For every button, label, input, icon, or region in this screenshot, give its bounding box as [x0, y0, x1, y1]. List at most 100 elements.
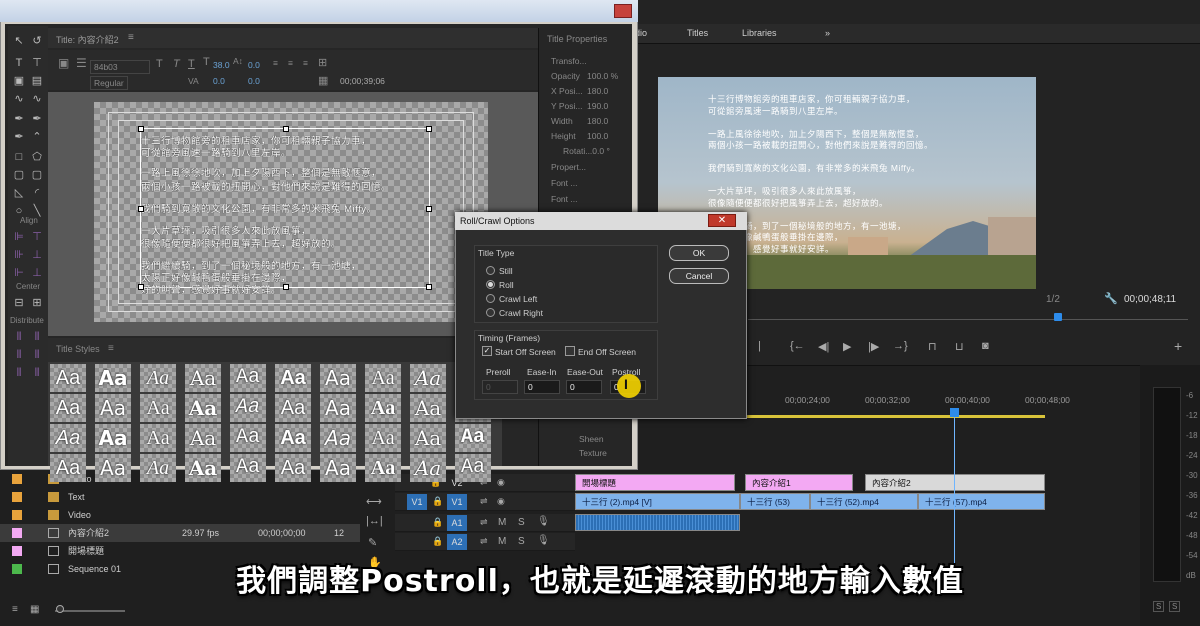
menu-icon[interactable]: ≡ — [128, 32, 134, 43]
easeout-input[interactable]: 0 — [566, 380, 602, 394]
title-style-swatch[interactable]: Aa — [320, 394, 356, 422]
property-item[interactable]: Y Posi... — [551, 101, 583, 111]
lock-icon[interactable]: 🔒 — [432, 496, 443, 507]
rounded-corner-icon[interactable]: ▢ — [30, 168, 44, 182]
extract-icon[interactable]: ⊔ — [955, 340, 964, 353]
slip-tool-icon[interactable]: ⟷ — [366, 495, 382, 508]
play-icon[interactable]: ▶ — [843, 340, 851, 353]
distribute-icon[interactable]: ⫴ — [30, 348, 44, 362]
zoom-select[interactable]: 1/2 — [1046, 294, 1060, 305]
align-center-v-icon[interactable]: ⊥ — [30, 248, 44, 262]
resize-handle[interactable] — [283, 284, 289, 290]
align-bottom-icon[interactable]: ⊥ — [30, 266, 44, 280]
tab-libraries[interactable]: Libraries — [742, 28, 777, 38]
radio-crawl-left[interactable] — [486, 294, 495, 303]
project-item[interactable]: 內容介紹2 29.97 fps 00;00;00;00 12 — [0, 524, 360, 542]
lock-icon[interactable]: 🔒 — [432, 517, 443, 528]
solo-button[interactable]: S — [518, 536, 525, 547]
title-style-swatch[interactable]: Aa — [50, 424, 86, 452]
title-style-swatch[interactable]: Aa — [365, 424, 401, 452]
more-tabs-icon[interactable]: » — [825, 28, 830, 38]
sync-icon[interactable]: ⇌ — [480, 536, 488, 547]
title-style-swatch[interactable]: Aa — [50, 454, 86, 482]
title-style-swatch[interactable]: Aa — [410, 454, 446, 482]
resize-handle[interactable] — [138, 284, 144, 290]
title-style-swatch[interactable]: Aa — [410, 364, 446, 392]
go-to-out-icon[interactable]: →} — [893, 340, 908, 352]
cancel-button[interactable]: Cancel — [669, 268, 729, 284]
solo-right-button[interactable]: S — [1169, 601, 1181, 612]
resize-handle[interactable] — [138, 126, 144, 132]
title-style-swatch[interactable]: Aa — [140, 364, 176, 392]
delete-anchor-icon[interactable]: ✒ — [30, 112, 44, 126]
track-label-v1[interactable]: V1 — [447, 494, 467, 510]
title-designer-titlebar[interactable] — [0, 0, 638, 22]
add-button-icon[interactable]: + — [1174, 338, 1182, 354]
align-top-icon[interactable]: ⊤ — [30, 230, 44, 244]
align-center-h-icon[interactable]: ⊪ — [12, 248, 26, 262]
title-style-swatch[interactable]: Aa — [365, 454, 401, 482]
menu-icon[interactable]: ≡ — [108, 343, 114, 354]
distribute-icon[interactable]: ⫴ — [12, 348, 26, 362]
label-color-swatch[interactable] — [12, 546, 22, 556]
vertical-type-tool-icon[interactable]: ⊤ — [30, 56, 44, 70]
program-scrubber[interactable] — [748, 314, 1188, 320]
align-left-text-icon[interactable]: ≡ — [273, 58, 278, 68]
mute-button[interactable]: M — [498, 536, 506, 547]
label-color-swatch[interactable] — [12, 510, 22, 520]
radio-roll-label[interactable]: Roll — [499, 280, 514, 290]
property-item[interactable]: Height — [551, 131, 576, 141]
clip-v1[interactable]: 十三行 (53) — [740, 493, 810, 510]
list-view-icon[interactable]: ≡ — [12, 604, 18, 615]
kerning-value[interactable]: 0.0 — [213, 76, 225, 86]
distribute-icon[interactable]: ⫴ — [30, 330, 44, 344]
area-type-tool-icon[interactable]: ▣ — [12, 74, 26, 88]
title-style-swatch[interactable]: Aa — [95, 364, 131, 392]
ok-button[interactable]: OK — [669, 245, 729, 261]
title-style-swatch[interactable]: Aa — [410, 394, 446, 422]
title-style-swatch[interactable]: Aa — [455, 454, 491, 482]
timeline-playhead[interactable] — [950, 408, 959, 417]
lift-icon[interactable]: ⊓ — [928, 340, 937, 353]
clip-v1[interactable]: 十三行 (52).mp4 — [810, 493, 918, 510]
label-color-swatch[interactable] — [12, 474, 22, 484]
title-style-swatch[interactable]: Aa — [230, 424, 266, 452]
title-style-swatch[interactable]: Aa — [140, 394, 176, 422]
path-type-tool-icon[interactable]: ∿ — [12, 92, 26, 106]
title-style-swatch[interactable]: Aa — [275, 394, 311, 422]
title-style-swatch[interactable]: Aa — [95, 394, 131, 422]
tracking-value[interactable]: 0.0 — [248, 76, 260, 86]
center-horizontal-icon[interactable]: ⊟ — [12, 296, 26, 310]
mark-in-icon[interactable]: | — [758, 340, 761, 352]
vertical-path-type-icon[interactable]: ∿ — [30, 92, 44, 106]
roll-crawl-options-icon[interactable]: ☰ — [76, 56, 87, 70]
sync-icon[interactable]: ⇌ — [480, 517, 488, 528]
vertical-area-type-icon[interactable]: ▤ — [30, 74, 44, 88]
project-item[interactable]: Text — [0, 488, 360, 506]
title-style-swatch[interactable]: Aa — [275, 454, 311, 482]
title-style-swatch[interactable]: Aa — [230, 394, 266, 422]
convert-anchor-icon[interactable]: ⌃ — [30, 130, 44, 144]
property-item[interactable]: X Posi... — [551, 86, 583, 96]
tab-stops-icon[interactable]: ⊞ — [318, 56, 327, 69]
eye-icon[interactable]: ◉ — [497, 477, 505, 488]
preroll-input[interactable]: 0 — [482, 380, 518, 394]
title-style-swatch[interactable]: Aa — [185, 394, 221, 422]
title-style-swatch[interactable]: Aa — [365, 394, 401, 422]
easein-input[interactable]: 0 — [524, 380, 560, 394]
font-size-value[interactable]: 38.0 — [213, 60, 230, 70]
clip-v2[interactable]: 開場標題 — [575, 474, 735, 491]
leading-value[interactable]: 0.0 — [248, 60, 260, 70]
align-right-icon[interactable]: ⊩ — [12, 266, 26, 280]
title-style-swatch[interactable]: Aa — [95, 424, 131, 452]
step-back-icon[interactable]: ◀| — [818, 340, 829, 353]
radio-crawl-right[interactable] — [486, 308, 495, 317]
font-style-select[interactable]: Regular — [90, 76, 128, 90]
resize-handle[interactable] — [138, 206, 144, 212]
solo-left-button[interactable]: S — [1153, 601, 1165, 612]
title-style-swatch[interactable]: Aa — [185, 454, 221, 482]
title-style-swatch[interactable]: Aa — [230, 364, 266, 392]
add-anchor-icon[interactable]: ✒ — [12, 130, 26, 144]
end-off-screen-label[interactable]: End Off Screen — [578, 347, 636, 357]
pen-tool-icon[interactable]: ✎ — [368, 536, 377, 549]
